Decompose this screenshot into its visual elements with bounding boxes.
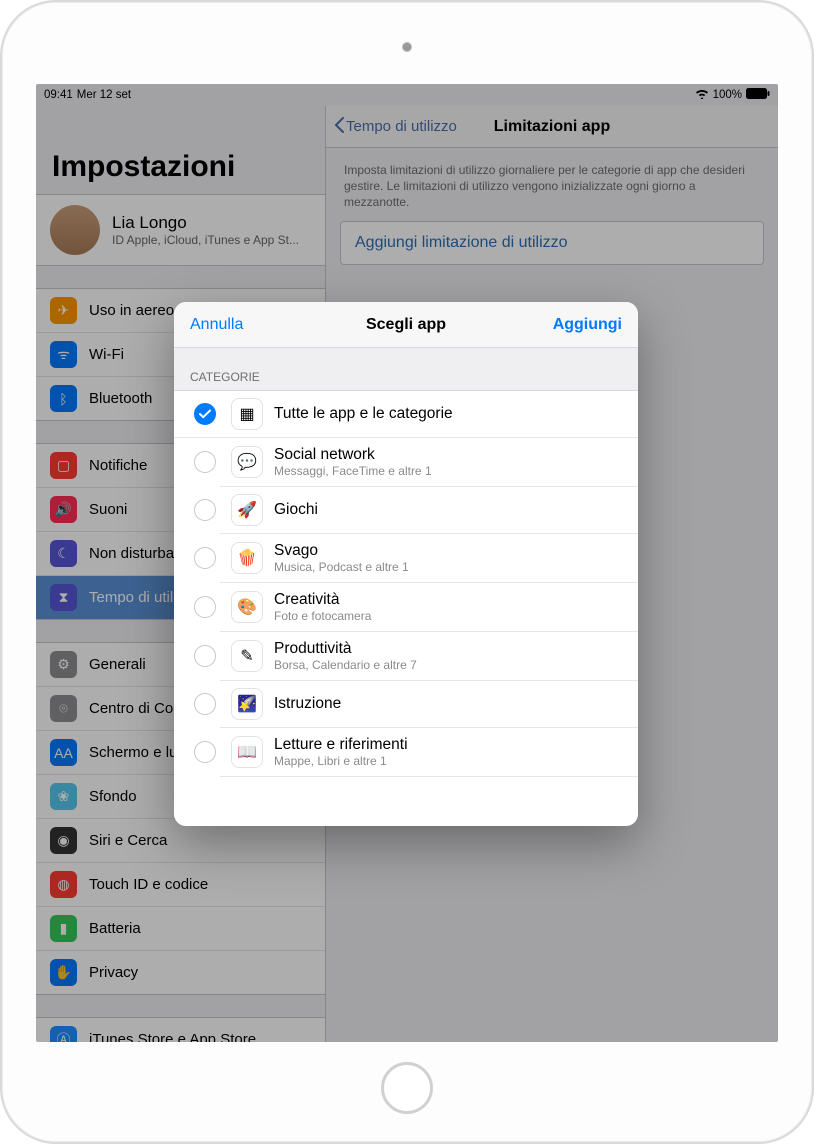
cancel-button[interactable]: Annulla <box>174 302 259 347</box>
screen: 09:41 Mer 12 set 100% Impostazioni <box>36 84 778 1042</box>
modal-header: Annulla Scegli app Aggiungi <box>174 302 638 348</box>
games-icon: 🚀 <box>232 495 262 525</box>
category-title: Tutte le app e le categorie <box>274 405 453 423</box>
category-row[interactable]: 🍿 SvagoMusica, Podcast e altre 1 <box>220 534 638 583</box>
category-row[interactable]: ▦ Tutte le app e le categorie <box>174 391 638 438</box>
category-subtitle: Musica, Podcast e altre 1 <box>274 560 409 574</box>
category-row[interactable]: 🚀 Giochi <box>220 487 638 534</box>
all-apps-icon: ▦ <box>232 399 262 429</box>
category-subtitle: Foto e fotocamera <box>274 609 371 623</box>
ipad-frame: 09:41 Mer 12 set 100% Impostazioni <box>0 0 814 1144</box>
category-checkbox[interactable] <box>194 499 216 521</box>
category-subtitle: Borsa, Calendario e altre 7 <box>274 658 417 672</box>
category-title: Produttività <box>274 640 417 658</box>
education-icon: 🌠 <box>232 689 262 719</box>
category-title: Giochi <box>274 501 318 519</box>
category-checkbox[interactable] <box>194 741 216 763</box>
category-row[interactable]: 💬 Social networkMessaggi, FaceTime e altr… <box>220 438 638 487</box>
category-row[interactable]: 📖 Letture e riferimentiMappe, Libri e alt… <box>220 728 638 777</box>
choose-apps-modal: Annulla Scegli app Aggiungi Categorie ▦ T… <box>174 302 638 826</box>
category-title: Creatività <box>274 591 371 609</box>
category-checkbox[interactable] <box>194 645 216 667</box>
home-button[interactable] <box>381 1062 433 1114</box>
category-row[interactable]: 🎨 CreativitàFoto e fotocamera <box>220 583 638 632</box>
category-title: Letture e riferimenti <box>274 736 408 754</box>
category-row[interactable]: ✎ ProduttivitàBorsa, Calendario e altre 7 <box>220 632 638 681</box>
category-title: Svago <box>274 542 409 560</box>
category-checkbox[interactable] <box>194 547 216 569</box>
category-checkbox[interactable] <box>194 596 216 618</box>
reading-icon: 📖 <box>232 737 262 767</box>
creativity-icon: 🎨 <box>232 592 262 622</box>
productivity-icon: ✎ <box>232 641 262 671</box>
category-title: Istruzione <box>274 695 341 713</box>
social-icon: 💬 <box>232 447 262 477</box>
category-checkbox[interactable] <box>194 451 216 473</box>
modal-title: Scegli app <box>366 316 446 334</box>
category-list[interactable]: ▦ Tutte le app e le categorie 💬 Social netw… <box>174 391 638 826</box>
category-checkbox[interactable] <box>194 403 216 425</box>
entertainment-icon: 🍿 <box>232 543 262 573</box>
add-button[interactable]: Aggiungi <box>537 302 638 347</box>
modal-section-header: Categorie <box>174 348 638 391</box>
category-subtitle: Mappe, Libri e altre 1 <box>274 754 408 768</box>
category-checkbox[interactable] <box>194 693 216 715</box>
category-title: Social network <box>274 446 432 464</box>
category-subtitle: Messaggi, FaceTime e altre 1 <box>274 464 432 478</box>
category-row[interactable]: 🌠 Istruzione <box>220 681 638 728</box>
camera-dot <box>402 42 412 52</box>
